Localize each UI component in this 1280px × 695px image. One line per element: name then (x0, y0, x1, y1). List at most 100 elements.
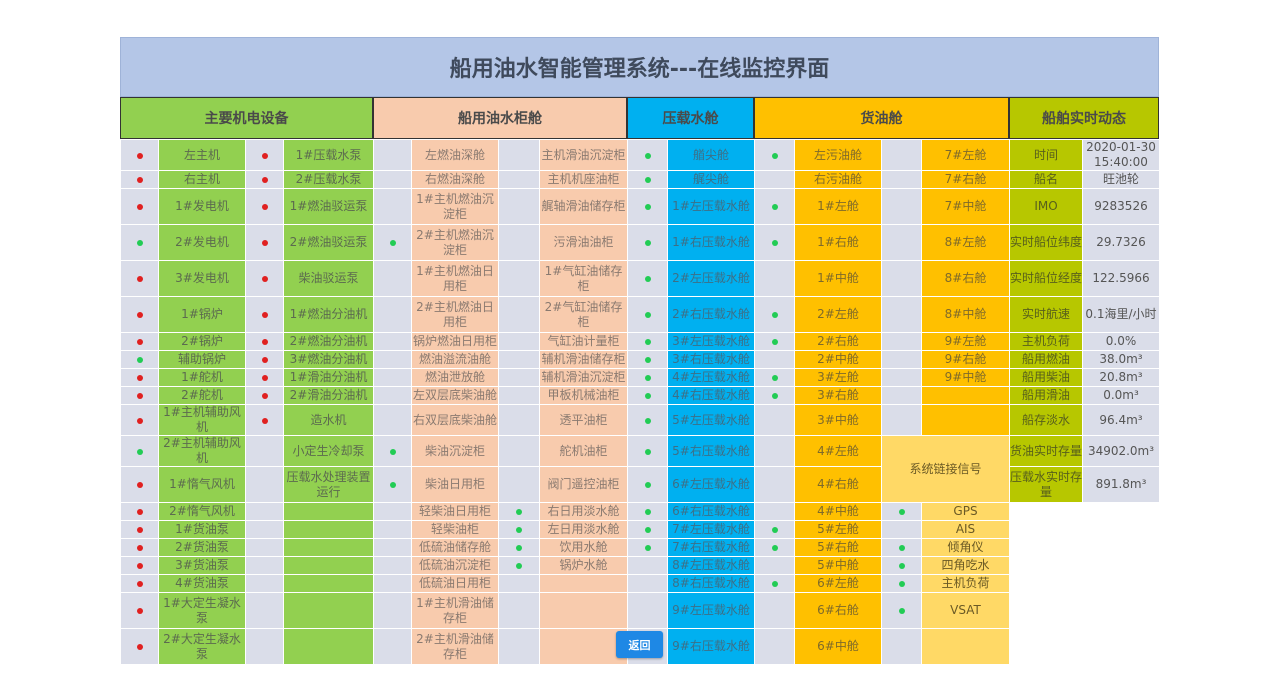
cargo-status-cell (881, 332, 922, 351)
dynamic-value: 0.0m³ (1082, 386, 1160, 405)
equipment-name: 造水机 (283, 404, 374, 436)
tank-name: 2#主机滑油储存柜 (411, 628, 499, 665)
tank-status-cell (498, 296, 540, 333)
cargo-tank-name: 5#中舱 (794, 556, 882, 575)
tank-status-cell (373, 574, 412, 593)
equipment-name (283, 502, 374, 521)
cargo-tank-name: 9#左舱 (921, 332, 1010, 351)
cargo-status-cell (881, 139, 922, 171)
ballast-status-cell (627, 435, 668, 467)
equipment-status-cell (245, 592, 284, 629)
equipment-name: 1#惰气风机 (158, 466, 246, 503)
equipment-name: 2#压载水泵 (283, 170, 374, 189)
cargo-status-cell (881, 386, 922, 405)
cargo-tank-name: 2#左舱 (794, 296, 882, 333)
equipment-name: 3#发电机 (158, 260, 246, 297)
equipment-name: 辅助锅炉 (158, 350, 246, 369)
table-row: 3#发电机 柴油驳运泵 1#主机燃油日用柜 1#气缸油储存柜 2#左压载水舱 1#中舱 8#… (120, 260, 1160, 297)
ballast-tank-name: 艉尖舱 (667, 170, 755, 189)
status-dot-red (136, 177, 143, 183)
tank-name: 轻柴油日用柜 (411, 502, 499, 521)
status-dot-red (136, 545, 143, 551)
tank-name: 右双层底柴油舱 (411, 404, 499, 436)
equipment-status-cell (245, 296, 284, 333)
tank-name: 饮用水舱 (539, 538, 628, 557)
cargo-tank-name: 1#右舱 (794, 224, 882, 261)
cargo-status-cell (754, 435, 795, 467)
status-dot-red (136, 276, 143, 282)
ballast-status-cell (627, 386, 668, 405)
equipment-status-cell (245, 538, 284, 557)
equipment-status-cell (120, 574, 159, 593)
tank-status-cell (373, 332, 412, 351)
ballast-status-cell (627, 260, 668, 297)
status-dot-red (261, 177, 268, 183)
cargo-status-cell (754, 170, 795, 189)
signal-status-cell (881, 556, 922, 575)
ballast-tank-name: 3#左压载水舱 (667, 332, 755, 351)
equipment-status-cell (245, 628, 284, 665)
status-dot-red (136, 152, 143, 159)
dynamic-label: IMO (1009, 188, 1083, 225)
ballast-status-cell (627, 139, 668, 171)
signal-status-cell (881, 502, 922, 521)
tank-name: 舵机油柜 (539, 435, 628, 467)
equipment-name (283, 520, 374, 539)
cargo-tank-name: 2#中舱 (794, 350, 882, 369)
equipment-name: 1#发电机 (158, 188, 246, 225)
dynamic-value: 9283526 (1082, 188, 1160, 225)
equipment-status-cell (245, 170, 284, 189)
tank-name: 甲板机械油柜 (539, 386, 628, 405)
tank-status-cell (373, 520, 412, 539)
status-dot-green (136, 448, 143, 455)
cargo-tank-name: 2#右舱 (794, 332, 882, 351)
tank-status-cell (373, 260, 412, 297)
signal-name: VSAT (921, 592, 1010, 629)
tank-name: 轻柴油柜 (411, 520, 499, 539)
status-dot-red (261, 417, 268, 424)
dynamic-value: 0.1海里/小时 (1082, 296, 1160, 333)
status-dot-green (644, 545, 651, 551)
tank-status-cell (498, 556, 540, 575)
status-dot-green (771, 545, 778, 551)
equipment-status-cell (245, 520, 284, 539)
ballast-status-cell (627, 466, 668, 503)
status-dot-green (771, 581, 778, 587)
signal-status-cell (881, 538, 922, 557)
ballast-tank-name: 4#左压载水舱 (667, 368, 755, 387)
tank-name: 2#气缸油储存柜 (539, 296, 628, 333)
equipment-status-cell (245, 502, 284, 521)
ballast-status-cell (627, 332, 668, 351)
tank-status-cell (498, 502, 540, 521)
equipment-name (283, 628, 374, 665)
equipment-name: 3#燃油分油机 (283, 350, 374, 369)
tank-status-cell (373, 139, 412, 171)
tank-status-cell (498, 435, 540, 467)
cargo-tank-name (921, 404, 1010, 436)
equipment-status-cell (120, 224, 159, 261)
equipment-status-cell (120, 404, 159, 436)
ballast-tank-name: 9#左压载水舱 (667, 592, 755, 629)
cargo-status-cell (754, 139, 795, 171)
cargo-status-cell (754, 466, 795, 503)
cargo-status-cell (881, 296, 922, 333)
table-row: 2#惰气风机 轻柴油日用柜 右日用淡水舱 6#右压载水舱 4#中舱 GPS (120, 502, 1160, 665)
tank-name (539, 574, 628, 593)
cargo-tank-name: 1#左舱 (794, 188, 882, 225)
status-dot-green (771, 312, 778, 318)
ballast-status-cell (627, 404, 668, 436)
equipment-name: 1#燃油分油机 (283, 296, 374, 333)
equipment-name: 1#压载水泵 (283, 139, 374, 171)
cargo-tank-name: 8#右舱 (921, 260, 1010, 297)
equipment-status-cell (120, 502, 159, 521)
status-dot-green (136, 357, 143, 363)
cargo-status-cell (881, 404, 922, 436)
ballast-tank-name: 5#右压载水舱 (667, 435, 755, 467)
back-button[interactable]: 返回 (616, 631, 663, 658)
monitor-panel: 船用油水智能管理系统---在线监控界面 主要机电设备 船用油水柜舱 压载水舱 货… (120, 37, 1160, 665)
equipment-name: 2#发电机 (158, 224, 246, 261)
equipment-name: 3#货油泵 (158, 556, 246, 575)
signal-name: 四角吃水 (921, 556, 1010, 575)
dynamic-value: 891.8m³ (1082, 466, 1160, 503)
ballast-tank-name: 6#右压载水舱 (667, 502, 755, 521)
